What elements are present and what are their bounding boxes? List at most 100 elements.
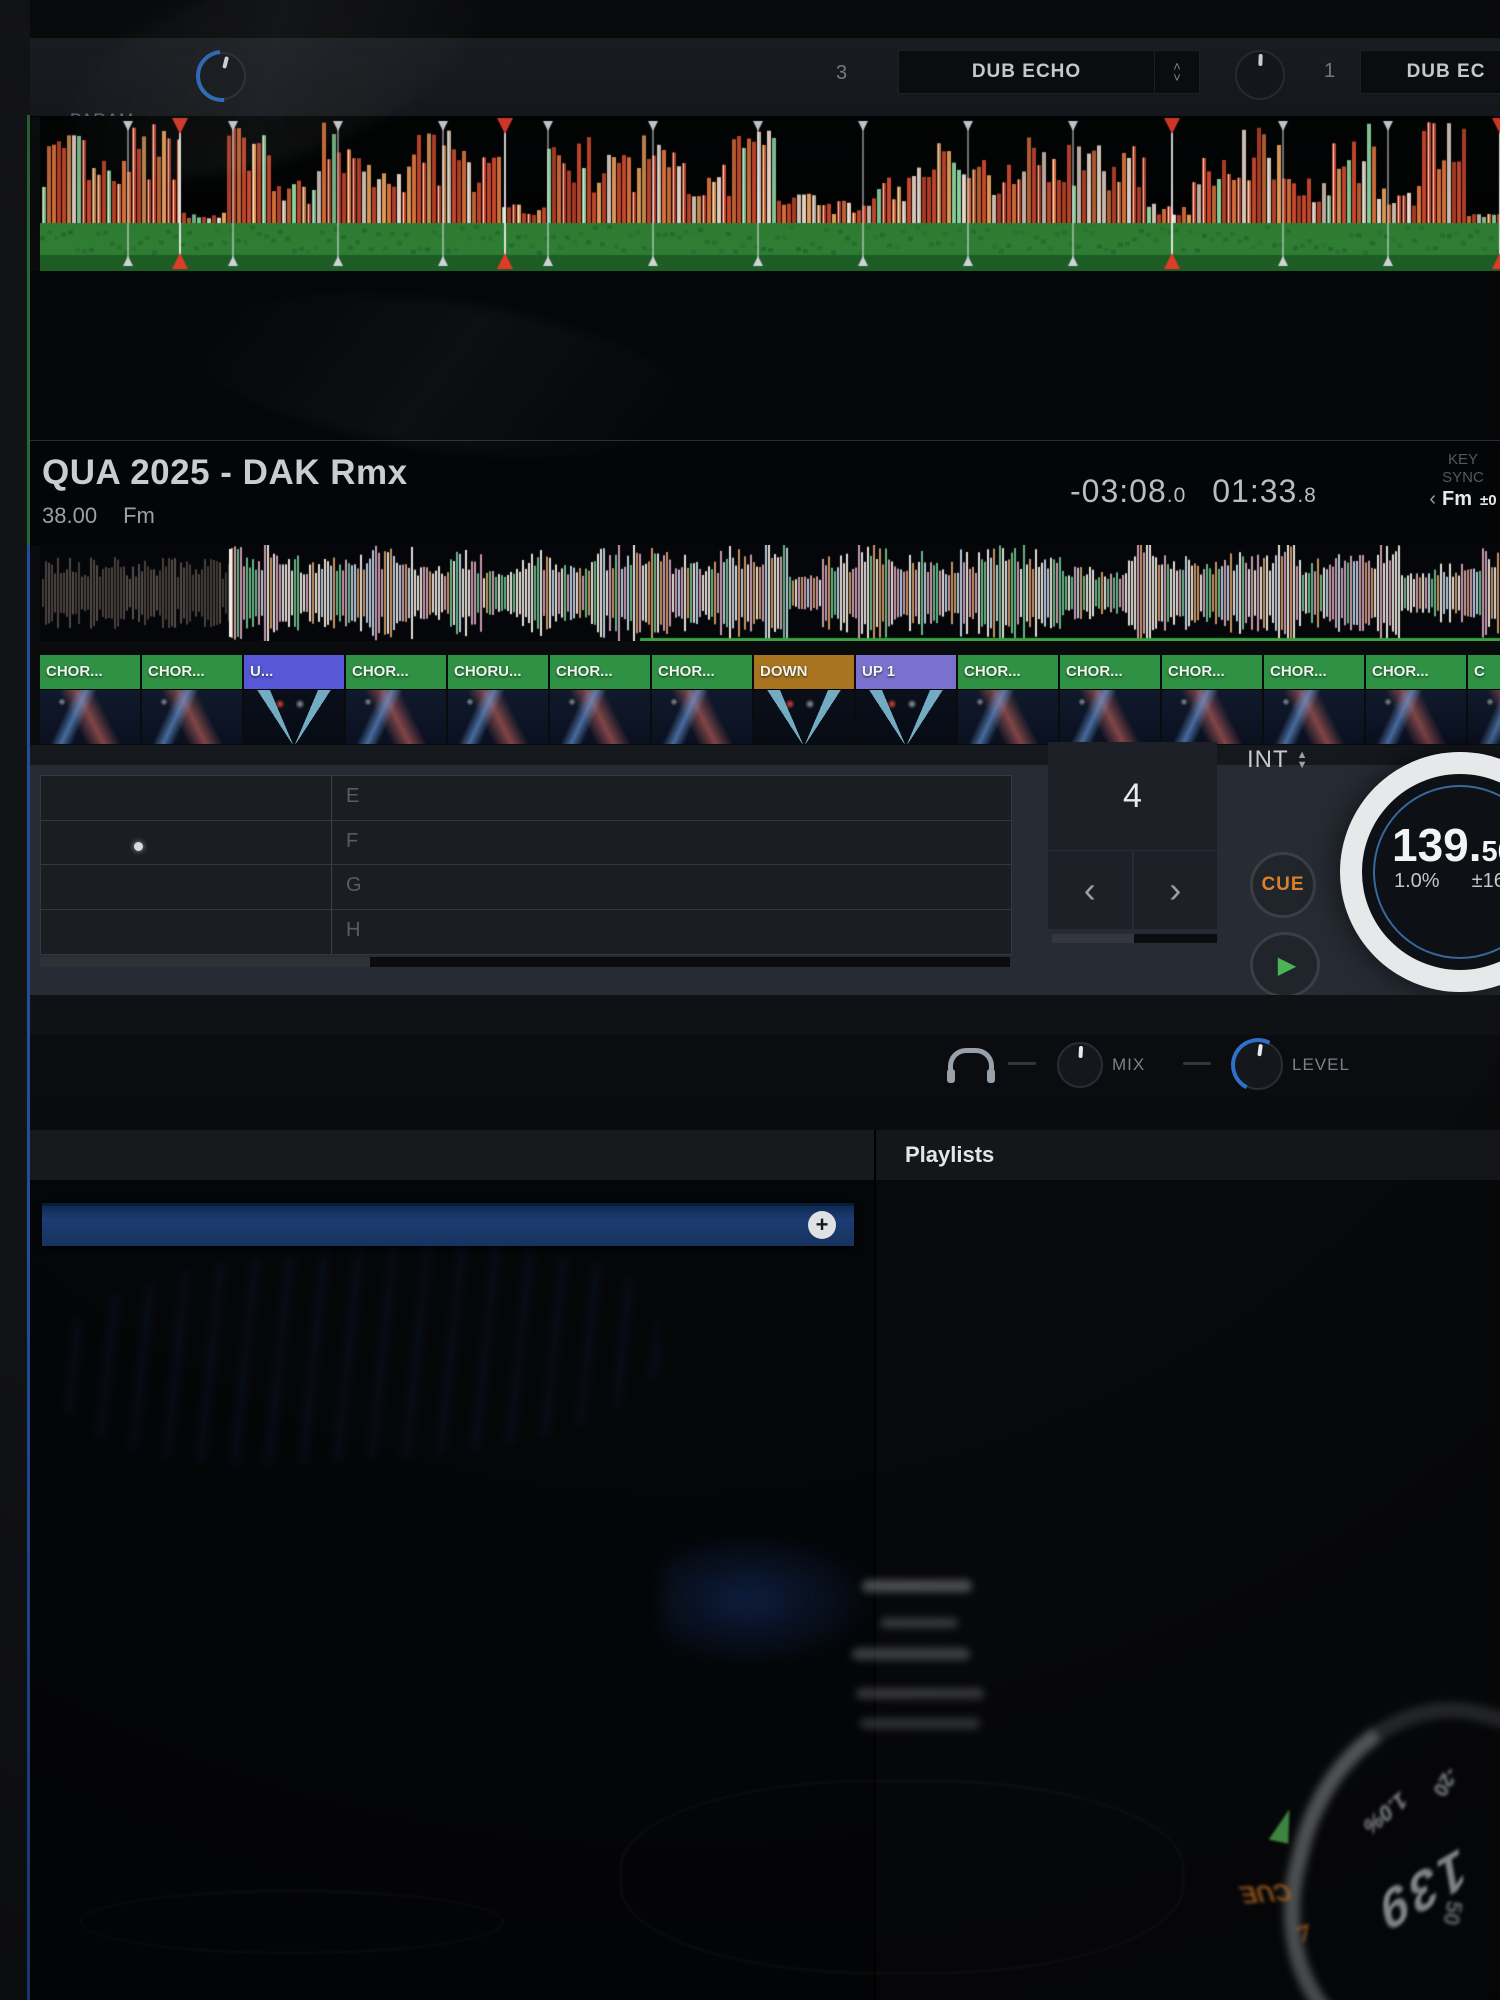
time-remaining: -03:08 — [1070, 473, 1167, 509]
fx-slot1-name: DUB ECHO — [971, 61, 1082, 82]
hot-cue-label: CHOR... — [958, 655, 1058, 689]
hot-cue-thumbnail — [244, 689, 344, 744]
hot-cue-pad[interactable]: CHOR... — [1060, 655, 1160, 745]
fx-slot2-count: 1 — [1324, 60, 1336, 82]
headphone-level-knob[interactable] — [1233, 1040, 1283, 1090]
beat-jump-forward-button[interactable]: › — [1133, 851, 1217, 929]
playlists-panel[interactable] — [876, 1180, 1500, 2000]
hot-cue-thumbnail — [550, 689, 650, 744]
hot-cue-label: C — [1468, 655, 1500, 689]
hot-cue-label: DOWN — [754, 655, 854, 689]
scrollbar-thumb[interactable] — [40, 957, 370, 967]
main-waveform[interactable] — [40, 545, 1500, 641]
fx-slot1-select[interactable]: DUB ECHO ˄ ˅ — [898, 50, 1200, 94]
saved-loop-table[interactable]: EFGH — [40, 775, 1012, 955]
key-sync-panel[interactable]: KEY SYNC ‹ Fm ±0 — [1408, 451, 1500, 510]
headphone-mix-knob[interactable] — [1057, 1042, 1103, 1088]
hot-cue-thumbnail — [1468, 689, 1500, 744]
fx-slot1-count: 3 — [836, 62, 848, 84]
hot-cue-thumbnail — [346, 689, 446, 744]
top-strip — [0, 0, 1500, 38]
hot-cue-pad[interactable]: CHOR... — [40, 655, 140, 745]
hot-cue-pad[interactable]: UP 1 — [856, 655, 956, 745]
hot-cue-label: CHOR... — [1264, 655, 1364, 689]
beat-jump-back-button[interactable]: ‹ — [1048, 851, 1132, 929]
int-chevron-down-icon[interactable]: ▼ — [1297, 760, 1308, 771]
play-button[interactable]: ▶ — [1250, 932, 1320, 998]
cue-button[interactable]: CUE — [1250, 852, 1316, 918]
hot-cue-pad[interactable]: U... — [244, 655, 344, 745]
divider-dash — [1183, 1062, 1211, 1065]
key-sync-label-bottom: SYNC — [1442, 469, 1484, 486]
pitch-mode-control[interactable]: INT ▲ ▼ — [1247, 746, 1308, 774]
knob-indicator — [1258, 53, 1263, 67]
play-icon: ▶ — [1277, 951, 1297, 979]
hot-cue-pad[interactable]: CHOR... — [1162, 655, 1262, 745]
key-sync-key: Fm — [1442, 488, 1473, 510]
hot-cue-pad[interactable]: CHOR... — [346, 655, 446, 745]
hot-cue-pad[interactable]: CHOR... — [1366, 655, 1466, 745]
dj-app-window: PARAM 3 DUB ECHO ˄ ˅ 1 DUB EC QUA 2025 -… — [0, 0, 1500, 2000]
main-waveform-canvas[interactable] — [40, 545, 1500, 641]
time-elapsed-frac: .8 — [1297, 484, 1317, 507]
hot-cue-thumbnail — [856, 689, 956, 744]
loop-slot-label: F — [346, 829, 359, 852]
fx-bar: PARAM 3 DUB ECHO ˄ ˅ 1 DUB EC — [30, 38, 1500, 129]
hot-cue-thumbnail — [1366, 689, 1466, 744]
pitch-percent: 1.0% — [1394, 870, 1440, 892]
hot-cue-thumbnail — [1264, 689, 1364, 744]
key-sync-offset: ±0 — [1480, 492, 1497, 509]
selected-row-bar[interactable]: + — [42, 1203, 854, 1246]
hot-cue-label: CHOR... — [40, 655, 140, 689]
loop-slot-row[interactable]: G — [41, 865, 1011, 910]
hot-cue-pad[interactable]: CHOR... — [1264, 655, 1364, 745]
loop-slot-row[interactable]: H — [41, 910, 1011, 954]
hot-cue-label: CHOR... — [142, 655, 242, 689]
range-bar-segment — [1052, 934, 1134, 943]
hot-cue-label: UP 1 — [856, 655, 956, 689]
hot-cue-thumbnail — [754, 689, 854, 744]
hot-cue-pad[interactable]: CHOR... — [652, 655, 752, 745]
loop-table-scrollbar[interactable] — [40, 957, 1010, 967]
deck-bottom-strip — [30, 995, 1500, 1035]
hot-cue-pad[interactable]: C — [1468, 655, 1500, 745]
overview-waveform-canvas[interactable] — [40, 116, 1500, 271]
loop-slot-row[interactable]: E — [41, 776, 1011, 821]
library-panel-divider[interactable] — [874, 1130, 876, 2000]
hot-cue-label: CHOR... — [1060, 655, 1160, 689]
overview-waveform[interactable] — [40, 116, 1500, 271]
hot-cue-thumbnail — [40, 689, 140, 744]
level-label: LEVEL — [1292, 1055, 1350, 1074]
fx-slot2-select[interactable]: DUB EC — [1360, 50, 1500, 94]
library-track-list[interactable]: + — [30, 1180, 874, 2000]
hot-cue-pad[interactable]: CHOR... — [142, 655, 242, 745]
waveform-spacer — [30, 271, 1500, 440]
add-button[interactable]: + — [808, 1211, 836, 1239]
loop-slot-label: G — [346, 874, 362, 896]
headphones-icon[interactable] — [947, 1048, 995, 1083]
loop-slot-row[interactable]: F — [41, 821, 1011, 865]
loop-slot-label: H — [346, 918, 361, 941]
hot-cue-pad[interactable]: DOWN — [754, 655, 854, 745]
beat-jump-value[interactable]: 4 — [1048, 742, 1217, 850]
key-sync-chevron-icon[interactable]: ‹ — [1429, 488, 1436, 510]
hot-cue-label: U... — [244, 655, 344, 689]
loop-slot-label: E — [346, 785, 360, 807]
playlists-title: Playlists — [905, 1142, 995, 1167]
hot-cue-pad[interactable]: CHOR... — [550, 655, 650, 745]
hot-cue-pad[interactable]: CHOR... — [958, 655, 1058, 745]
loop-marker-dot — [134, 842, 143, 851]
hot-cue-label: CHOR... — [1162, 655, 1262, 689]
track-bpm: 38.00 — [42, 503, 98, 528]
deck-bpm-frac: 50 — [1481, 836, 1500, 868]
hot-cue-thumbnail — [1060, 689, 1160, 744]
divider-dash — [1008, 1062, 1036, 1065]
fx-slot2-knob[interactable] — [1235, 50, 1285, 100]
fx-param-knob[interactable] — [198, 52, 246, 100]
fx-slot1-stepper[interactable]: ˄ ˅ — [1154, 51, 1199, 93]
track-meta: 38.00 Fm — [42, 503, 155, 529]
beat-jump-range-bar[interactable] — [1052, 934, 1217, 943]
hot-cue-pad[interactable]: CHORU... — [448, 655, 548, 745]
time-remaining-frac: .0 — [1166, 484, 1187, 507]
hot-cue-pad-row: CHOR... CHOR... U... CHOR... CHORU... CHOR...… — [40, 655, 1500, 745]
